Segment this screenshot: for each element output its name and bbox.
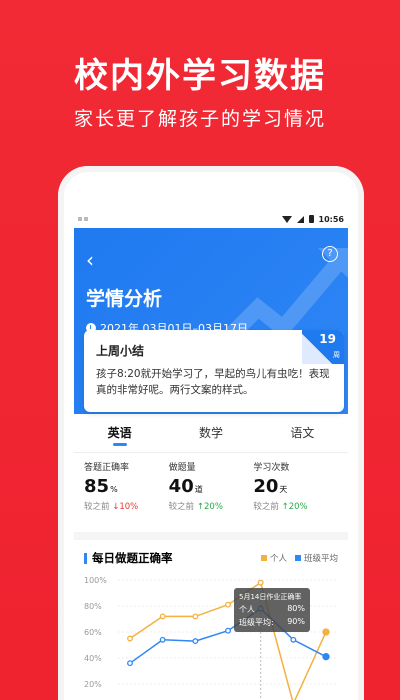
stat-label: 答题正确率: [84, 463, 130, 473]
series-point-0: [257, 579, 264, 586]
series-point-0: [322, 628, 330, 636]
legend-personal: 个人: [260, 552, 287, 564]
status-notification-icon: [78, 217, 88, 221]
back-icon[interactable]: ‹: [86, 248, 94, 272]
stat-compare: 较之前 ↑20%: [168, 502, 223, 512]
series-point-1: [127, 660, 133, 667]
tab-english[interactable]: 英语: [74, 414, 165, 450]
chart-header: 每日做题正确率 个人 班级平均: [84, 550, 338, 566]
series-point-0: [192, 613, 199, 620]
tooltip-title: 5月14日作业正确率: [239, 593, 302, 601]
tab-chinese[interactable]: 语文: [257, 414, 348, 450]
week-badge: 19 周: [302, 330, 344, 364]
tab-math[interactable]: 数学: [165, 414, 256, 450]
series-point-1: [192, 638, 199, 645]
series-point-1: [322, 653, 330, 661]
wifi-icon: [281, 215, 292, 223]
y-tick-label: 20%: [84, 680, 102, 689]
stat-value: 20天: [253, 476, 288, 497]
stat-label: 做题量: [168, 463, 196, 473]
y-tick-label: 80%: [84, 602, 102, 611]
signal-icon: [296, 215, 304, 223]
stats-row: 答题正确率 85% 较之前 ↓10% 做题量 40道 较之前 ↑20% 学习次数…: [74, 460, 348, 512]
summary-title: 上周小结: [96, 344, 145, 358]
series-point-1: [159, 636, 166, 643]
tooltip-class: 班级平均: 90%: [239, 617, 305, 627]
y-tick-label: 60%: [84, 628, 102, 637]
stat-label: 学习次数: [253, 463, 290, 473]
promo-title: 校内外学习数据: [74, 56, 326, 96]
y-tick-label: 100%: [84, 576, 107, 585]
weekly-summary-card: 上周小结 孩子8:20就开始学习了，早起的鸟儿有虫吃！表现真的非常好呢。两行文案…: [84, 330, 344, 412]
battery-icon: [308, 215, 314, 223]
tooltip-personal: 个人 80%: [239, 604, 305, 614]
series-point-0: [127, 635, 133, 642]
arrow-up-icon: ↑: [196, 502, 205, 512]
series-point-0: [159, 613, 166, 620]
stat-value: 40道: [168, 476, 203, 497]
week-unit: 周: [333, 351, 340, 359]
chart-legend: 个人 班级平均: [260, 552, 338, 564]
series-point-1: [290, 636, 297, 643]
stat-compare: 较之前 ↓10%: [84, 502, 139, 512]
chart-tooltip: 5月14日作业正确率 个人 80% 班级平均: 90%: [234, 588, 310, 632]
week-number: 19: [319, 332, 336, 346]
tabs-divider: [74, 452, 348, 453]
stat-accuracy: 答题正确率 85% 较之前 ↓10%: [84, 460, 169, 512]
stat-question-count: 做题量 40道 较之前 ↑20%: [169, 460, 254, 512]
arrow-up-icon: ↑: [281, 502, 289, 512]
stat-value: 85%: [84, 476, 118, 497]
y-tick-label: 40%: [84, 654, 102, 663]
page-title: 学情分析: [86, 288, 163, 310]
promo-subtitle: 家长更了解孩子的学习情况: [73, 108, 326, 130]
status-time: 10:56: [318, 214, 344, 224]
app-screen: 10:56 ‹ ? 学情分析 2021年 03月01日–03月17日 上周小结 …: [74, 210, 348, 700]
stat-compare: 较之前 ↑20%: [253, 502, 308, 512]
legend-class: 班级平均: [294, 552, 338, 564]
stat-study-days: 学习次数 20天 较之前 ↑20%: [253, 460, 338, 512]
section-gap: [74, 532, 348, 540]
series-point-0: [225, 601, 231, 608]
summary-text: 孩子8:20就开始学习了，早起的鸟儿有虫吃！表现真的非常好呢。两行文案的样式。: [96, 368, 330, 396]
series-point-1: [225, 627, 231, 634]
chart-title: 每日做题正确率: [84, 550, 173, 566]
phone-frame: 10:56 ‹ ? 学情分析 2021年 03月01日–03月17日 上周小结 …: [58, 166, 364, 700]
help-icon[interactable]: ?: [322, 246, 338, 262]
status-bar: 10:56: [74, 210, 348, 228]
subject-tabs: 英语 数学 语文: [74, 414, 348, 450]
